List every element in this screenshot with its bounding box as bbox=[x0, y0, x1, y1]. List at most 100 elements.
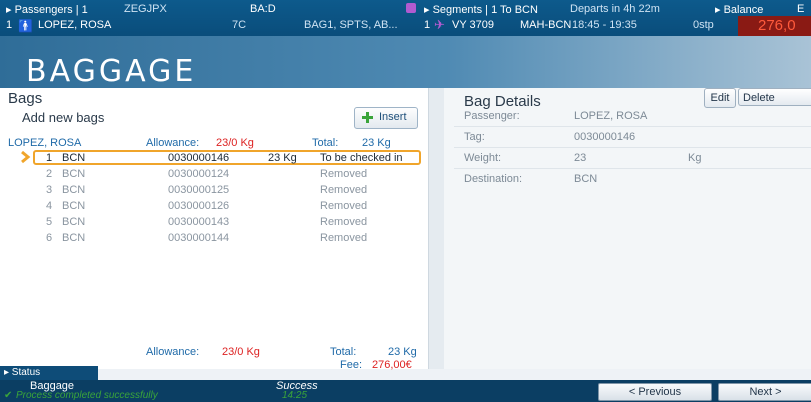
passengers-toggle[interactable]: ▸ Passengers | 1 bbox=[6, 3, 88, 16]
destination-label: Destination: bbox=[464, 173, 523, 185]
bags-panel: Bags Add new bags Insert LOPEZ, ROSA All… bbox=[0, 88, 429, 371]
status-tab[interactable]: ▸ Status bbox=[0, 366, 98, 380]
bag-dest: BCN bbox=[62, 168, 86, 180]
header-allowance-value: 23/0 Kg bbox=[216, 137, 254, 149]
segments-toggle[interactable]: ▸ Segments | 1 To BCN bbox=[424, 3, 538, 16]
pax-index: 1 bbox=[6, 19, 13, 31]
flight-times: 18:45 - 19:35 bbox=[572, 19, 637, 31]
bag-num: 1 bbox=[46, 152, 53, 164]
details-separator bbox=[454, 147, 811, 148]
delete-label: Delete bbox=[743, 92, 775, 104]
status-time: 14:25 bbox=[282, 390, 308, 401]
departure-countdown: Departs in 4h 22m bbox=[570, 3, 660, 15]
panel-divider bbox=[429, 88, 444, 369]
stops: 0stp bbox=[693, 19, 714, 31]
bag-tag: 0030000124 bbox=[168, 168, 230, 180]
bag-dest: BCN bbox=[62, 232, 86, 244]
bag-num: 6 bbox=[46, 232, 53, 244]
next-button[interactable]: Next > bbox=[718, 383, 811, 401]
pax-seat: 7C bbox=[232, 19, 247, 31]
header-total-value: 23 Kg bbox=[362, 137, 391, 149]
header-total-label: Total: bbox=[312, 137, 339, 149]
bags-header-row: LOPEZ, ROSA Allowance: 23/0 Kg Total: 23… bbox=[8, 137, 420, 151]
bag-tag: 0030000126 bbox=[168, 200, 230, 212]
tag-value: 0030000146 bbox=[574, 131, 636, 143]
bag-status: Removed bbox=[320, 168, 368, 180]
bag-tag: 0030000143 bbox=[168, 216, 230, 228]
bag-row[interactable]: 5 BCN 0030000143 Removed bbox=[8, 216, 420, 230]
pnr-code: ZEGJPX bbox=[124, 3, 167, 15]
bag-status: To be checked in bbox=[320, 152, 403, 164]
page-title: BAGGAGE bbox=[26, 54, 197, 89]
status-bar: Baggage ✔ Process completed successfully… bbox=[0, 380, 811, 402]
flight-number: VY 3709 bbox=[452, 19, 495, 31]
footer-total-label: Total: bbox=[330, 346, 357, 358]
bag-status: Removed bbox=[320, 232, 368, 244]
details-separator bbox=[454, 126, 811, 127]
seg-index: 1 bbox=[424, 19, 431, 31]
header-pax-name: LOPEZ, ROSA bbox=[8, 137, 82, 149]
bag-num: 3 bbox=[46, 184, 53, 196]
segment-icon bbox=[406, 3, 416, 13]
bag-status: Removed bbox=[320, 184, 368, 196]
footer-total-value: 23 Kg bbox=[388, 346, 417, 358]
weight-unit: Kg bbox=[688, 152, 702, 164]
footer-allowance-label: Allowance: bbox=[146, 346, 200, 358]
page-banner: BAGGAGE bbox=[0, 36, 811, 89]
weight-value: 23 bbox=[574, 152, 587, 164]
pax-name[interactable]: LOPEZ, ROSA bbox=[38, 19, 111, 31]
bag-status: Removed bbox=[320, 216, 368, 228]
passenger-label: Passenger: bbox=[464, 110, 520, 122]
delete-button[interactable]: Delete bbox=[738, 88, 811, 106]
bag-dest: BCN bbox=[62, 216, 86, 228]
bag-dest: BCN bbox=[62, 152, 86, 164]
top-info-bar: ▸ Passengers | 1 ZEGJPX BA:D ▸ Segments … bbox=[0, 0, 811, 36]
add-new-bags-label: Add new bags bbox=[22, 110, 105, 125]
weight-label: Weight: bbox=[464, 152, 502, 164]
footer-allowance-value: 23/0 Kg bbox=[222, 346, 260, 358]
tag-label: Tag: bbox=[464, 131, 485, 143]
plus-icon bbox=[361, 111, 374, 124]
header-allowance-label: Allowance: bbox=[146, 137, 200, 149]
bag-num: 5 bbox=[46, 216, 53, 228]
bag-tag: 0030000125 bbox=[168, 184, 230, 196]
bag-dest: BCN bbox=[62, 200, 86, 212]
previous-button[interactable]: < Previous bbox=[598, 383, 712, 401]
footer-fee-value: 276,00€ bbox=[372, 359, 412, 371]
previous-label: < Previous bbox=[628, 386, 682, 398]
edit-label: Edit bbox=[710, 92, 730, 104]
status-message: Process completed successfully bbox=[16, 390, 158, 401]
check-icon: ✔ bbox=[4, 390, 13, 401]
route: MAH-BCN bbox=[520, 19, 572, 31]
bag-row[interactable]: 2 BCN 0030000124 Removed bbox=[8, 168, 420, 182]
bag-dest: BCN bbox=[62, 184, 86, 196]
bag-status: Removed bbox=[320, 200, 368, 212]
bag-row[interactable]: 6 BCN 0030000144 Removed bbox=[8, 232, 420, 246]
balance-toggle[interactable]: ▸ Balance bbox=[715, 3, 763, 16]
bag-row[interactable]: 1 BCN 0030000146 23 Kg To be checked in bbox=[8, 152, 420, 166]
passenger-value: LOPEZ, ROSA bbox=[574, 110, 648, 122]
edit-button[interactable]: Edit bbox=[704, 88, 736, 108]
balance-extra: E bbox=[797, 3, 805, 15]
insert-button[interactable]: Insert bbox=[354, 107, 418, 129]
bag-weight: 23 Kg bbox=[268, 152, 297, 164]
pax-ssr: BAG1, SPTS, AB... bbox=[304, 19, 398, 31]
bags-heading: Bags bbox=[8, 90, 43, 107]
details-title: Bag Details bbox=[464, 93, 541, 110]
destination-value: BCN bbox=[574, 173, 598, 185]
plane-icon: ✈ bbox=[434, 17, 445, 32]
status-tab-label: ▸ Status bbox=[4, 367, 41, 378]
footer-fee-label: Fee: bbox=[340, 359, 363, 371]
details-separator bbox=[454, 168, 811, 169]
bag-tag: 0030000144 bbox=[168, 232, 230, 244]
balance-value: 276,0 bbox=[758, 17, 796, 34]
next-label: Next > bbox=[749, 386, 782, 398]
ba-label: BA:D bbox=[250, 3, 276, 15]
bag-tag: 0030000146 bbox=[168, 152, 230, 164]
person-icon: 🚹 bbox=[18, 19, 33, 33]
bag-row[interactable]: 3 BCN 0030000125 Removed bbox=[8, 184, 420, 198]
balance-box: 276,0 bbox=[738, 16, 811, 36]
bag-num: 2 bbox=[46, 168, 53, 180]
bag-row[interactable]: 4 BCN 0030000126 Removed bbox=[8, 200, 420, 214]
bag-details-panel: Bag Details Edit Delete Passenger: LOPEZ… bbox=[444, 88, 811, 369]
